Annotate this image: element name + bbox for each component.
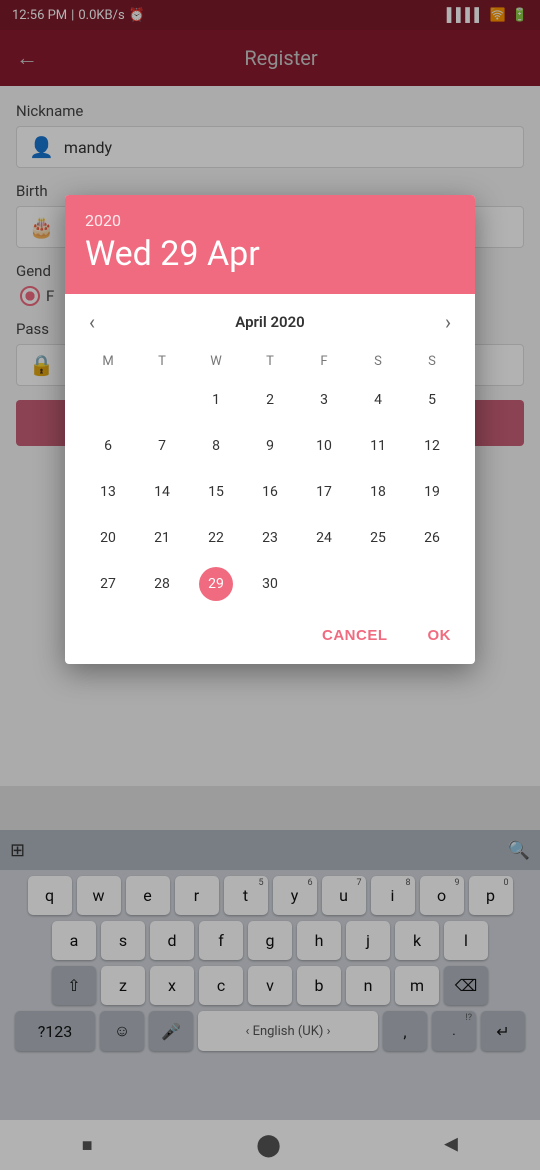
calendar-day[interactable]: 26 bbox=[405, 515, 459, 561]
cancel-button[interactable]: CANCEL bbox=[314, 623, 396, 648]
calendar-day[interactable]: 13 bbox=[81, 469, 135, 515]
calendar-day[interactable]: 10 bbox=[297, 423, 351, 469]
calendar-day[interactable]: 22 bbox=[189, 515, 243, 561]
calendar-day[interactable]: 16 bbox=[243, 469, 297, 515]
dialog-actions: CANCEL OK bbox=[65, 611, 475, 664]
calendar-day bbox=[135, 377, 189, 423]
prev-month-button[interactable]: ‹ bbox=[81, 306, 103, 338]
weekday-header: W bbox=[189, 350, 243, 377]
calendar-day[interactable]: 18 bbox=[351, 469, 405, 515]
next-month-button[interactable]: › bbox=[437, 306, 459, 338]
calendar-day[interactable]: 19 bbox=[405, 469, 459, 515]
weekday-header: M bbox=[81, 350, 135, 377]
calendar-day[interactable]: 24 bbox=[297, 515, 351, 561]
calendar-day[interactable]: 11 bbox=[351, 423, 405, 469]
calendar-day[interactable]: 4 bbox=[351, 377, 405, 423]
date-picker-dialog: 2020 Wed 29 Apr ‹ April 2020 › MTWTFSS 1… bbox=[65, 195, 475, 664]
weekday-header: F bbox=[297, 350, 351, 377]
calendar-week-row: 20212223242526 bbox=[81, 515, 459, 561]
weekdays-row: MTWTFSS bbox=[81, 350, 459, 377]
calendar-day[interactable]: 1 bbox=[189, 377, 243, 423]
calendar-day bbox=[405, 561, 459, 607]
calendar-day bbox=[351, 561, 405, 607]
calendar-day[interactable]: 7 bbox=[135, 423, 189, 469]
ok-button[interactable]: OK bbox=[420, 623, 460, 648]
calendar-weeks: 1234567891011121314151617181920212223242… bbox=[81, 377, 459, 607]
calendar-day[interactable]: 25 bbox=[351, 515, 405, 561]
calendar-day bbox=[297, 561, 351, 607]
calendar-day[interactable]: 27 bbox=[81, 561, 135, 607]
calendar-day[interactable]: 9 bbox=[243, 423, 297, 469]
calendar-day[interactable]: 15 bbox=[189, 469, 243, 515]
calendar-day[interactable]: 6 bbox=[81, 423, 135, 469]
calendar-day[interactable]: 2 bbox=[243, 377, 297, 423]
calendar-table: MTWTFSS 12345678910111213141516171819202… bbox=[81, 350, 459, 607]
calendar-day[interactable]: 28 bbox=[135, 561, 189, 607]
calendar-day[interactable]: 14 bbox=[135, 469, 189, 515]
calendar-nav: ‹ April 2020 › bbox=[81, 306, 459, 338]
calendar-day[interactable]: 5 bbox=[405, 377, 459, 423]
dialog-year: 2020 bbox=[85, 211, 455, 230]
calendar-week-row: 13141516171819 bbox=[81, 469, 459, 515]
calendar-day bbox=[81, 377, 135, 423]
calendar-body: ‹ April 2020 › MTWTFSS 12345678910111213… bbox=[65, 294, 475, 611]
weekday-header: T bbox=[243, 350, 297, 377]
dialog-header: 2020 Wed 29 Apr bbox=[65, 195, 475, 294]
weekday-header: S bbox=[351, 350, 405, 377]
calendar-day[interactable]: 8 bbox=[189, 423, 243, 469]
month-year-label: April 2020 bbox=[235, 313, 304, 331]
weekday-header: T bbox=[135, 350, 189, 377]
calendar-day[interactable]: 30 bbox=[243, 561, 297, 607]
calendar-day[interactable]: 21 bbox=[135, 515, 189, 561]
calendar-week-row: 27282930 bbox=[81, 561, 459, 607]
dialog-date-display: Wed 29 Apr bbox=[85, 234, 455, 274]
calendar-day[interactable]: 23 bbox=[243, 515, 297, 561]
weekday-header: S bbox=[405, 350, 459, 377]
calendar-day[interactable]: 3 bbox=[297, 377, 351, 423]
calendar-day[interactable]: 20 bbox=[81, 515, 135, 561]
calendar-week-row: 6789101112 bbox=[81, 423, 459, 469]
calendar-day[interactable]: 29 bbox=[189, 561, 243, 607]
calendar-day[interactable]: 17 bbox=[297, 469, 351, 515]
calendar-week-row: 12345 bbox=[81, 377, 459, 423]
calendar-day[interactable]: 12 bbox=[405, 423, 459, 469]
